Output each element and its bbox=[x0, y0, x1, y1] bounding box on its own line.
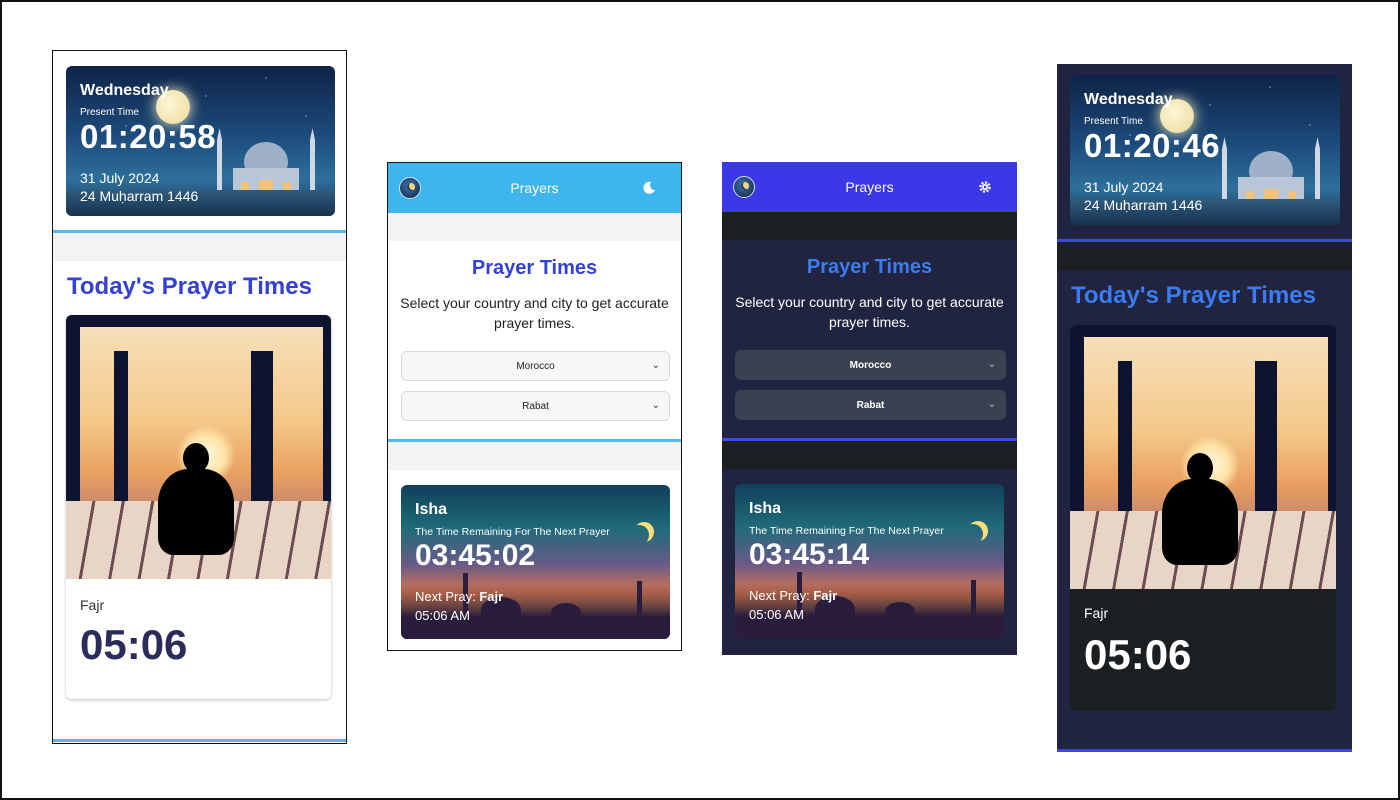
hijri-date: 24 Muḥarram 1446 bbox=[80, 188, 199, 204]
countdown: 03:45:02 bbox=[415, 539, 536, 572]
city-select[interactable]: Rabat ⌄ bbox=[401, 391, 670, 421]
prayer-name: Fajr bbox=[80, 597, 105, 613]
hijri-date: 24 Muḥarram 1446 bbox=[1084, 197, 1203, 213]
weekday-label: Wednesday bbox=[1084, 91, 1173, 108]
countdown: 03:45:14 bbox=[749, 538, 870, 571]
header-title: Prayers bbox=[510, 180, 559, 196]
prayer-card: Fajr 05:06 bbox=[66, 315, 331, 699]
app-header: Prayers bbox=[722, 162, 1017, 212]
next-prayer-card: Isha The Time Remaining For The Next Pra… bbox=[401, 485, 670, 639]
next-pray-line: Next Pray: Fajr bbox=[749, 588, 838, 603]
header-title: Prayers bbox=[845, 179, 894, 195]
chevron-down-icon: ⌄ bbox=[651, 400, 660, 411]
section-gap bbox=[53, 233, 346, 261]
country-select[interactable]: Morocco ⌄ bbox=[735, 350, 1006, 380]
next-pray-time: 05:06 AM bbox=[749, 607, 804, 622]
app-header: Prayers bbox=[388, 163, 681, 213]
bottom-divider bbox=[1057, 749, 1352, 752]
weekday-label: Wednesday bbox=[80, 82, 169, 99]
present-time-clock: 01:20:58 bbox=[80, 118, 217, 155]
prayer-name: Fajr bbox=[1084, 605, 1109, 621]
form-description: Select your country and city to get accu… bbox=[735, 294, 1004, 330]
chevron-down-icon: ⌄ bbox=[987, 399, 996, 410]
prayer-time: 05:06 bbox=[1084, 631, 1192, 678]
city-value: Rabat bbox=[522, 400, 549, 412]
app-logo-icon[interactable] bbox=[399, 177, 421, 199]
present-time-label: Present Time bbox=[1084, 116, 1143, 127]
present-time-label: Present Time bbox=[80, 107, 139, 118]
section-gap bbox=[1057, 242, 1352, 270]
app-logo-icon[interactable] bbox=[733, 176, 755, 198]
page-title: Today's Prayer Times bbox=[67, 273, 312, 300]
chevron-down-icon: ⌄ bbox=[651, 360, 660, 371]
gear-icon[interactable] bbox=[975, 176, 995, 198]
prayer-illustration bbox=[66, 315, 331, 579]
next-prayer-card: Isha The Time Remaining For The Next Pra… bbox=[735, 484, 1004, 638]
city-value: Rabat bbox=[856, 399, 885, 411]
chevron-down-icon: ⌄ bbox=[987, 359, 996, 370]
next-pray-line: Next Pray: Fajr bbox=[415, 589, 504, 604]
country-value: Morocco bbox=[516, 360, 555, 372]
screen-dark-form: Prayers Prayer Times Select your country… bbox=[722, 162, 1017, 655]
present-time-clock: 01:20:46 bbox=[1084, 127, 1221, 164]
prayer-card: Fajr 05:06 bbox=[1070, 325, 1336, 711]
screen-light-prayer-times: Wednesday Present Time 01:20:58 31 July … bbox=[52, 50, 347, 744]
time-remaining-label: The Time Remaining For The Next Prayer bbox=[749, 525, 944, 537]
gregorian-date: 31 July 2024 bbox=[80, 170, 160, 186]
form-title: Prayer Times bbox=[471, 257, 598, 279]
city-select[interactable]: Rabat ⌄ bbox=[735, 390, 1006, 420]
present-time-card: Wednesday Present Time 01:20:58 31 July … bbox=[66, 66, 335, 216]
page-title: Today's Prayer Times bbox=[1071, 282, 1316, 309]
next-prayer-name: Isha bbox=[415, 501, 448, 518]
bottom-divider bbox=[53, 739, 346, 742]
screen-light-form: Prayers Prayer Times Select your country… bbox=[387, 162, 682, 651]
time-remaining-label: The Time Remaining For The Next Prayer bbox=[415, 526, 610, 538]
form-title: Prayer Times bbox=[806, 256, 933, 278]
present-time-card: Wednesday Present Time 01:20:46 31 July … bbox=[1070, 75, 1340, 225]
screen-dark-prayer-times: Wednesday Present Time 01:20:46 31 July … bbox=[1057, 64, 1352, 752]
canvas: Wednesday Present Time 01:20:58 31 July … bbox=[0, 0, 1400, 800]
next-prayer-name: Isha bbox=[749, 500, 782, 517]
next-pray-time: 05:06 AM bbox=[415, 608, 470, 623]
country-value: Morocco bbox=[849, 359, 892, 371]
form-description: Select your country and city to get accu… bbox=[400, 295, 669, 331]
prayer-time: 05:06 bbox=[80, 621, 188, 668]
gregorian-date: 31 July 2024 bbox=[1084, 179, 1164, 195]
country-select[interactable]: Morocco ⌄ bbox=[401, 351, 670, 381]
moon-icon[interactable] bbox=[639, 177, 659, 199]
prayer-illustration bbox=[1070, 325, 1336, 589]
